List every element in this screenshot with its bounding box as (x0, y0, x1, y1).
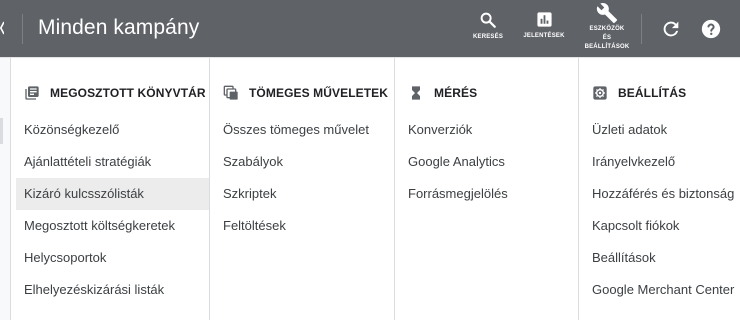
library-icon (25, 86, 39, 100)
header-divider (22, 14, 23, 44)
menu-column-shared-library: MEGOSZTOTT KÖNYVTÁR Közönségkezelő Ajánl… (12, 58, 210, 320)
column-heading-label: MEGOSZTOTT KÖNYVTÁR (50, 86, 206, 100)
menu-item-attribution[interactable]: Forrásmegjelölés (400, 178, 578, 210)
menu-item-negative-keyword-lists[interactable]: Kizáró kulcsszólisták (16, 178, 209, 210)
menu-item-bid-strategies[interactable]: Ajánlattételi stratégiák (16, 146, 209, 178)
menu-item-all-bulk-actions[interactable]: Összes tömeges művelet (215, 114, 394, 146)
bar-chart-icon (536, 12, 552, 27)
tools-label-line-2: ÉS (602, 35, 612, 41)
reports-button[interactable]: JELENTÉSEK (518, 0, 570, 57)
side-panel-edge (0, 58, 11, 320)
tools-and-settings-button[interactable]: ESZKÖZÖK ÉS BEÁLLÍTÁSOK (578, 0, 636, 57)
header-divider (641, 14, 642, 44)
menu-list: Összes tömeges művelet Szabályok Szkript… (215, 114, 394, 242)
hourglass-icon (412, 86, 420, 100)
app-header: Minden kampány KERESÉS JELENTÉSEK ESZKÖZ… (0, 0, 740, 57)
menu-item-placement-exclusion-lists[interactable]: Elhelyezéskizárási listák (16, 274, 209, 306)
menu-item-access-and-security[interactable]: Hozzáférés és biztonság (584, 178, 740, 210)
menu-item-preferences[interactable]: Beállítások (584, 242, 740, 274)
page-title: Minden kampány (38, 16, 200, 39)
reports-label: JELENTÉSEK (523, 33, 565, 39)
tools-menu: MEGOSZTOTT KÖNYVTÁR Közönségkezelő Ajánl… (0, 57, 740, 320)
menu-item-business-data[interactable]: Üzleti adatok (584, 114, 740, 146)
menu-column-bulk-actions: TÖMEGES MŰVELETEK Összes tömeges művelet… (211, 58, 395, 320)
bulk-actions-icon (223, 85, 238, 100)
help-icon[interactable] (700, 18, 722, 40)
menu-item-scripts[interactable]: Szkriptek (215, 178, 394, 210)
menu-item-uploads[interactable]: Feltöltések (215, 210, 394, 242)
chevron-left-icon[interactable] (0, 20, 4, 36)
column-heading-label: BEÁLLÍTÁS (618, 86, 687, 100)
menu-item-location-groups[interactable]: Helycsoportok (16, 242, 209, 274)
menu-list: Konverziók Google Analytics Forrásmegjel… (400, 114, 578, 210)
menu-item-rules[interactable]: Szabályok (215, 146, 394, 178)
search-label: KERESÉS (472, 34, 504, 40)
refresh-icon[interactable] (660, 18, 682, 40)
search-icon (480, 12, 496, 28)
menu-column-measurement: MÉRÉS Konverziók Google Analytics Forrás… (396, 58, 579, 320)
menu-item-policy-manager[interactable]: Irányelvkezelő (584, 146, 740, 178)
menu-item-shared-budgets[interactable]: Megosztott költségkeretek (16, 210, 209, 242)
menu-column-setup: BEÁLLÍTÁS Üzleti adatok Irányelvkezelő H… (580, 58, 740, 320)
tools-label-line-1: ESZKÖZÖK (589, 26, 625, 32)
menu-item-google-merchant-center[interactable]: Google Merchant Center (584, 274, 740, 306)
menu-list: Üzleti adatok Irányelvkezelő Hozzáférés … (584, 114, 740, 306)
menu-item-linked-accounts[interactable]: Kapcsolt fiókok (584, 210, 740, 242)
menu-item-audience-manager[interactable]: Közönségkezelő (16, 114, 209, 146)
column-heading: BEÁLLÍTÁS (592, 84, 686, 102)
search-button[interactable]: KERESÉS (468, 0, 508, 57)
column-heading: MÉRÉS (408, 84, 477, 102)
menu-list: Közönségkezelő Ajánlattételi stratégiák … (16, 114, 209, 306)
menu-item-google-analytics[interactable]: Google Analytics (400, 146, 578, 178)
settings-gear-icon (593, 86, 607, 100)
tools-label-line-3: BEÁLLÍTÁSOK (584, 44, 630, 50)
side-panel-mark (0, 118, 3, 144)
column-heading: MEGOSZTOTT KÖNYVTÁR (24, 84, 206, 102)
column-heading-label: MÉRÉS (434, 86, 478, 100)
wrench-icon (596, 3, 618, 24)
menu-item-conversions[interactable]: Konverziók (400, 114, 578, 146)
column-heading: TÖMEGES MŰVELETEK (223, 84, 388, 102)
column-heading-label: TÖMEGES MŰVELETEK (249, 86, 389, 100)
